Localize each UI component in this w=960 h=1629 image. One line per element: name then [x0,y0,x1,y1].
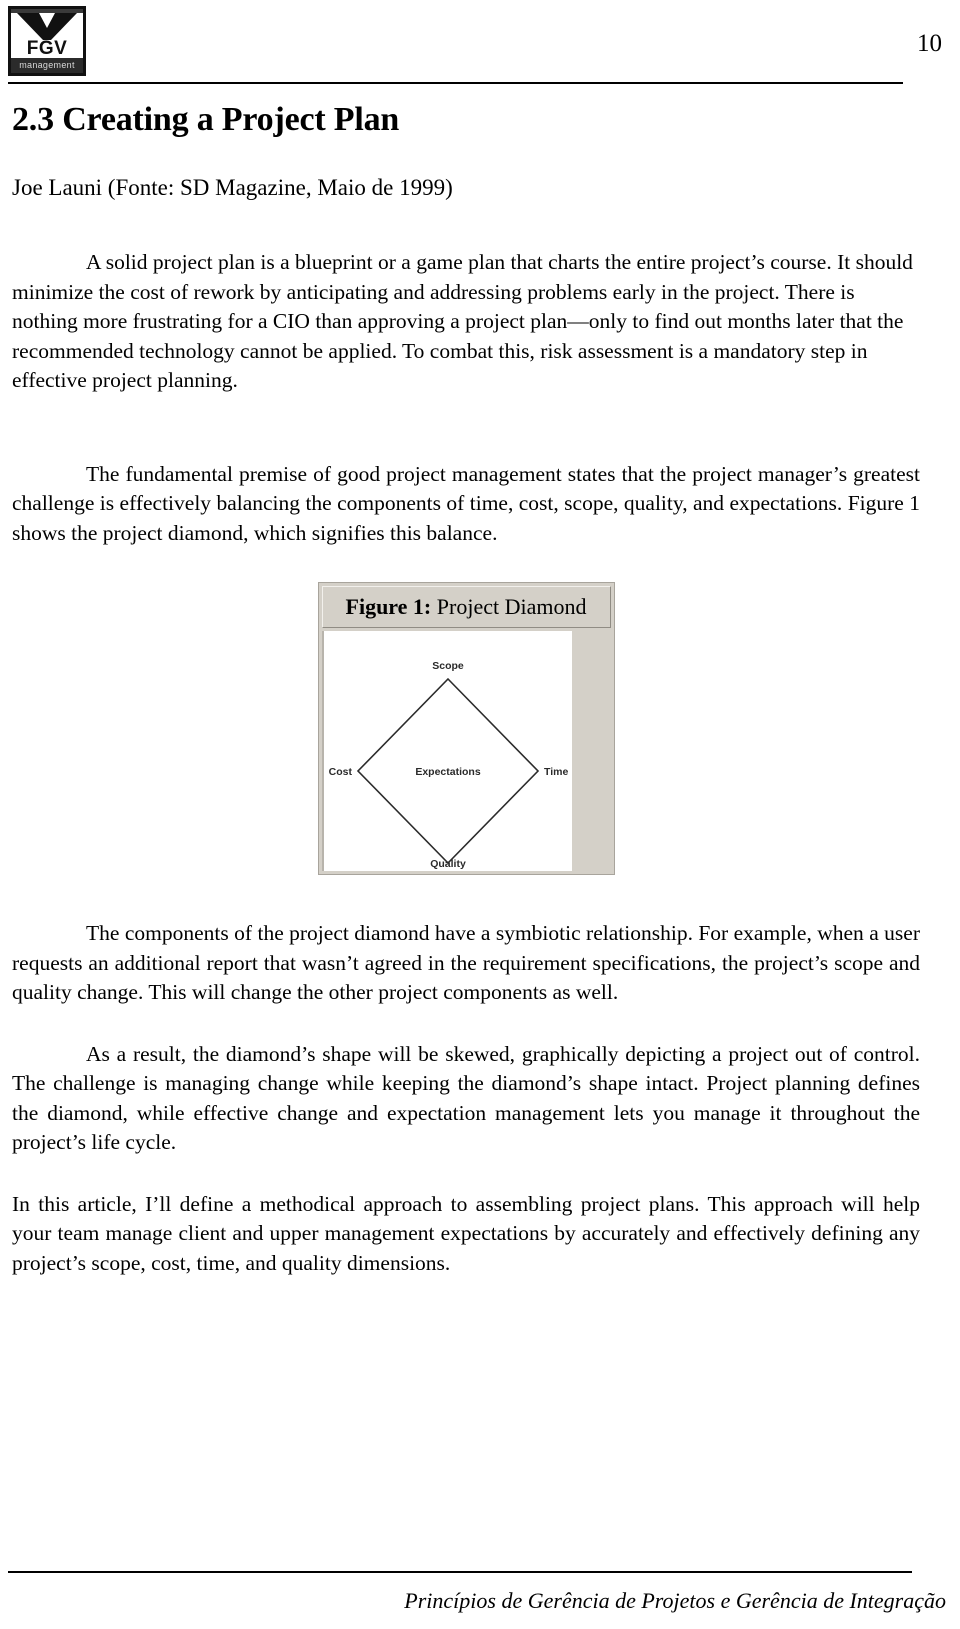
paragraph-1: A solid project plan is a blueprint or a… [12,250,913,392]
logo-subtitle: management [11,58,83,73]
page-header: FGV management 10 [0,0,960,92]
header-divider [8,82,903,84]
diamond-label-time: Time [544,766,568,778]
fgv-logo: FGV management [8,6,86,76]
project-diamond-diagram: Scope Cost Time Expectations Quality [321,631,572,871]
page-number: 10 [917,30,942,57]
paragraph-4: As a result, the diamond’s shape will be… [12,1041,920,1155]
figure-canvas-wrap: Scope Cost Time Expectations Quality [321,631,611,871]
figure-caption-label: Figure 1: [345,594,432,619]
logo-wordmark: FGV [26,38,68,59]
byline: Joe Launi (Fonte: SD Magazine, Maio de 1… [12,175,453,200]
footer-text: Princípios de Gerência de Projetos e Ger… [404,1588,946,1613]
paragraph-3: The components of the project diamond ha… [12,921,920,1004]
page-title: 2.3 Creating a Project Plan [12,101,400,138]
figure-caption-title: Project Diamond [431,594,587,619]
diamond-label-quality: Quality [430,858,466,869]
diamond-label-expectations: Expectations [415,766,481,778]
diamond-label-cost: Cost [328,766,352,778]
fgv-chevron-icon [17,13,77,40]
figure-caption: Figure 1: Project Diamond [321,586,611,628]
figure-block: Figure 1: Project Diamond Scope Cost Tim… [12,582,920,875]
figure-frame: Figure 1: Project Diamond Scope Cost Tim… [317,582,615,875]
footer-divider [8,1571,912,1573]
document-body: 2.3 Creating a Project Plan Joe Launi (F… [12,100,920,1278]
diamond-label-scope: Scope [432,660,464,672]
paragraph-5: In this article, I’ll define a methodica… [12,1191,920,1275]
paragraph-2: The fundamental premise of good project … [12,461,920,545]
